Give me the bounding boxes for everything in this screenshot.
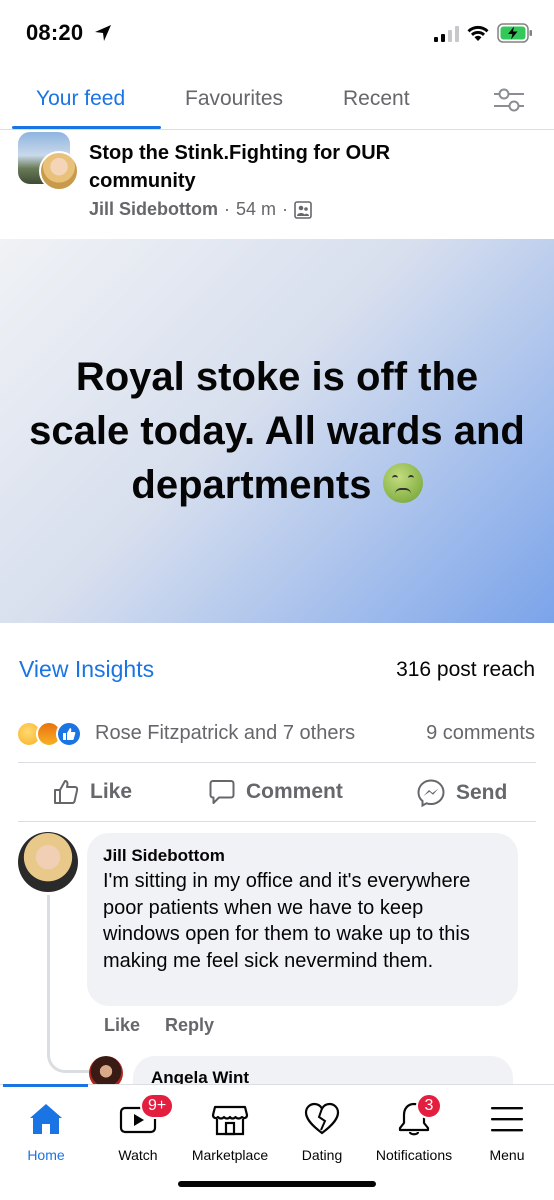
nav-notifications[interactable]: 3 Notifications (368, 1085, 460, 1175)
send-label: Send (456, 781, 508, 804)
status-time: 08:20 (26, 20, 84, 45)
location-arrow-icon (95, 25, 111, 41)
home-indicator[interactable] (178, 1181, 376, 1187)
send-button[interactable]: Send (416, 778, 507, 808)
nav-notifications-label: Notifications (375, 1147, 453, 1163)
like-button[interactable]: Like (52, 778, 132, 806)
nav-dating-label: Dating (301, 1147, 343, 1163)
reactions-summary[interactable]: Rose Fitzpatrick and 7 others 9 comments (0, 715, 554, 763)
battery-charging-icon (497, 23, 532, 43)
comment-label: Comment (246, 780, 343, 803)
like-label: Like (90, 780, 133, 803)
like-reaction-icon (56, 721, 82, 747)
post-body[interactable]: Royal stoke is off the scale today. All … (0, 239, 554, 623)
post-header: Stop the Stink.Fighting for OUR communit… (0, 131, 554, 239)
thumbs-up-icon (54, 780, 79, 804)
meta-separator: · (224, 199, 231, 219)
view-insights-link[interactable]: View Insights (19, 656, 154, 683)
insights-row: View Insights 316 post reach (0, 623, 554, 715)
home-icon (30, 1104, 62, 1134)
comment-author[interactable]: Jill Sidebottom (103, 845, 502, 867)
notifications-badge: 3 (416, 1093, 442, 1119)
post-meta: Jill Sidebottom · 54 m · (89, 199, 312, 220)
nav-home[interactable]: Home (0, 1085, 92, 1175)
comment-actions: Like Reply (104, 1015, 214, 1036)
group-name[interactable]: Stop the Stink.Fighting for OUR communit… (89, 139, 469, 195)
comment-text: I'm sitting in my office and it's everyw… (103, 870, 471, 972)
nav-marketplace[interactable]: Marketplace (184, 1085, 276, 1175)
tab-your-feed[interactable]: Your feed (36, 87, 125, 111)
reaction-names[interactable]: Rose Fitzpatrick and 7 others (95, 722, 355, 745)
post-time[interactable]: 54 m (236, 199, 276, 220)
post-text: Royal stoke is off the scale today. All … (27, 350, 527, 512)
status-bar: 08:20 (0, 0, 554, 70)
cellular-signal-icon (434, 26, 459, 42)
filter-sliders-icon[interactable] (492, 86, 526, 114)
messenger-icon (417, 779, 445, 808)
author-avatar[interactable] (39, 151, 79, 191)
post-author[interactable]: Jill Sidebottom (89, 199, 218, 220)
feed-tabs: Your feed Favourites Recent (0, 70, 554, 130)
post-action-bar: Like Comment Send (18, 762, 536, 822)
dating-heart-icon (304, 1102, 340, 1135)
post-reach: 316 post reach (396, 658, 535, 681)
nauseated-face-emoji (382, 463, 423, 503)
commenter-avatar[interactable] (18, 832, 78, 892)
active-tab-underline (12, 126, 161, 129)
tab-favourites[interactable]: Favourites (185, 87, 283, 111)
comment-button[interactable]: Comment (208, 778, 343, 806)
wifi-icon (467, 25, 489, 41)
comment-reply-button[interactable]: Reply (165, 1015, 214, 1036)
nav-menu[interactable]: Menu (461, 1085, 553, 1175)
comment-like-button[interactable]: Like (104, 1015, 140, 1036)
nav-dating[interactable]: Dating (276, 1085, 368, 1175)
nav-watch[interactable]: 9+ Watch (92, 1085, 184, 1175)
nav-home-label: Home (27, 1147, 65, 1163)
comment-bubble-icon (209, 780, 235, 804)
meta-separator: · (282, 199, 289, 219)
tab-recent[interactable]: Recent (343, 87, 410, 111)
hamburger-menu-icon (491, 1107, 523, 1132)
nav-marketplace-label: Marketplace (191, 1147, 269, 1163)
comment-bubble[interactable]: Jill Sidebottom I'm sitting in my office… (87, 833, 518, 1006)
nav-menu-label: Menu (489, 1147, 525, 1163)
thread-connector (47, 895, 91, 1073)
comments-count[interactable]: 9 comments (426, 722, 535, 745)
reaction-icons (16, 721, 92, 747)
watch-badge: 9+ (140, 1093, 175, 1119)
post-text-content: Royal stoke is off the scale today. All … (29, 355, 525, 507)
nav-watch-label: Watch (118, 1147, 158, 1163)
group-members-icon (294, 200, 312, 219)
marketplace-shop-icon (211, 1105, 249, 1136)
